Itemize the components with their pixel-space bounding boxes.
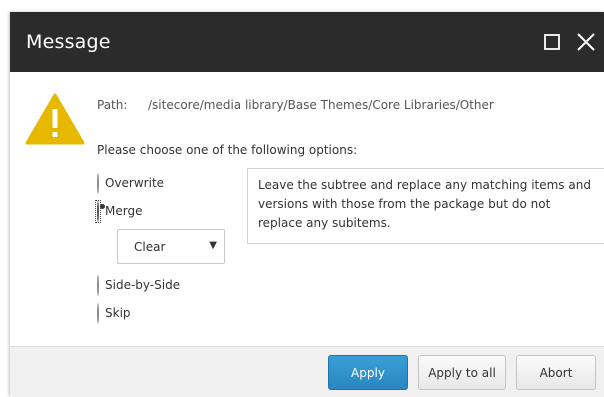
option-label: Side-by-Side xyxy=(105,278,181,292)
apply-button[interactable]: Apply xyxy=(328,355,408,390)
maximize-button[interactable] xyxy=(540,30,564,54)
merge-mode-value: Clear xyxy=(134,240,166,254)
path-value: /sitecore/media library/Base Themes/Core… xyxy=(148,98,494,112)
apply-to-all-button[interactable]: Apply to all xyxy=(418,355,506,390)
dialog-titlebar: Message xyxy=(10,12,604,72)
abort-button[interactable]: Abort xyxy=(516,355,596,390)
option-side-by-side[interactable]: Side-by-Side xyxy=(97,274,181,296)
side-by-side-radio[interactable] xyxy=(97,274,99,296)
merge-mode-select[interactable]: Clear ▼ xyxy=(117,229,225,264)
option-label: Overwrite xyxy=(105,176,165,190)
overwrite-radio[interactable] xyxy=(97,172,99,194)
options-prompt: Please choose one of the following optio… xyxy=(97,143,358,157)
merge-radio[interactable] xyxy=(97,200,99,222)
option-label: Skip xyxy=(105,306,131,320)
message-dialog: Message Path: /sitecore/media library/Ba… xyxy=(10,12,604,397)
close-icon xyxy=(577,33,595,51)
option-label: Merge xyxy=(105,204,143,218)
chevron-down-icon: ▼ xyxy=(209,240,217,251)
dialog-title: Message xyxy=(26,31,111,53)
option-description: Leave the subtree and replace any matchi… xyxy=(247,168,604,244)
option-skip[interactable]: Skip xyxy=(97,302,131,324)
skip-radio[interactable] xyxy=(97,302,99,324)
path-label: Path: xyxy=(97,98,128,112)
close-button[interactable] xyxy=(574,30,598,54)
warning-icon xyxy=(25,93,85,145)
dialog-footer: Apply Apply to all Abort xyxy=(10,346,604,397)
option-overwrite[interactable]: Overwrite xyxy=(97,172,165,194)
maximize-icon xyxy=(544,34,560,50)
option-merge[interactable]: Merge xyxy=(95,199,143,223)
